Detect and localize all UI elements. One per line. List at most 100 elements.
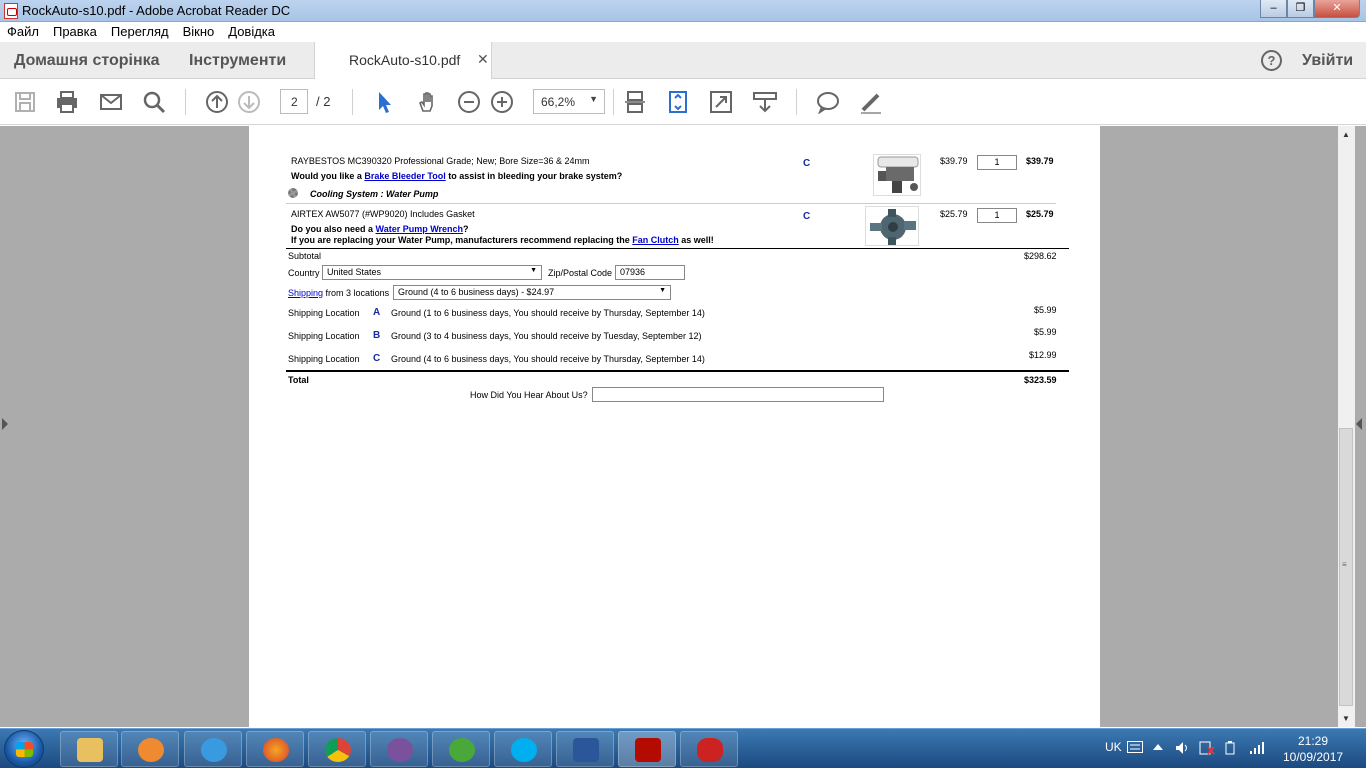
item2-quantity-input[interactable]: 1 xyxy=(977,208,1017,223)
tab-home[interactable]: Домашня сторінка xyxy=(14,52,160,70)
shipping-location-desc: Ground (4 to 6 business days, You should… xyxy=(391,354,705,364)
vertical-scrollbar[interactable]: ▲ ≡ ▼ xyxy=(1338,126,1355,727)
taskbar-skype[interactable] xyxy=(494,731,552,767)
scroll-down-icon[interactable]: ▼ xyxy=(1342,714,1350,723)
sign-in-button[interactable]: Увійти xyxy=(1302,52,1353,70)
taskbar-viber[interactable] xyxy=(370,731,428,767)
fan-clutch-link[interactable]: Fan Clutch xyxy=(632,235,679,245)
network-signal-icon[interactable] xyxy=(1249,741,1265,755)
save-icon[interactable] xyxy=(13,90,37,114)
zoom-out-icon[interactable] xyxy=(457,90,481,114)
item2-note-text: If you are replacing your Water Pump, ma… xyxy=(291,235,633,245)
help-icon[interactable]: ? xyxy=(1261,50,1282,71)
item2-total: $25.79 xyxy=(1026,209,1054,219)
shipping-location-price: $5.99 xyxy=(1034,327,1057,337)
email-icon[interactable] xyxy=(99,90,123,114)
media-player-icon xyxy=(138,738,164,762)
shipping-location-label: Shipping Location xyxy=(288,331,360,341)
comment-icon[interactable] xyxy=(816,90,840,114)
zip-input[interactable]: 07936 xyxy=(615,265,685,280)
action-center-icon[interactable] xyxy=(1199,741,1215,755)
chevron-down-icon: ▼ xyxy=(659,287,666,294)
taskbar-utorrent[interactable] xyxy=(432,731,490,767)
water-pump-image xyxy=(865,206,919,246)
total-value: $323.59 xyxy=(1024,375,1057,385)
select-cursor-icon[interactable] xyxy=(372,90,396,114)
left-panel-toggle-icon[interactable] xyxy=(2,418,8,430)
document-viewer[interactable]: RAYBESTOS MC390320 Professional Grade; N… xyxy=(0,126,1366,727)
shipping-location-code: C xyxy=(373,353,381,364)
item2-note: If you are replacing your Water Pump, ma… xyxy=(291,235,714,245)
taskbar-firefox[interactable] xyxy=(246,731,304,767)
print-icon[interactable] xyxy=(55,90,79,114)
previous-page-icon[interactable] xyxy=(205,90,229,114)
minimize-button[interactable]: ‒ xyxy=(1260,0,1287,18)
taskbar-internet-explorer[interactable] xyxy=(184,731,242,767)
taskbar-chrome[interactable] xyxy=(308,731,366,767)
menu-edit[interactable]: Правка xyxy=(46,22,104,39)
menu-file[interactable]: Файл xyxy=(0,22,46,39)
tab-tools[interactable]: Інструменти xyxy=(189,52,286,70)
shipping-link[interactable]: Shipping xyxy=(288,288,323,298)
power-icon[interactable] xyxy=(1223,741,1237,755)
menu-bar: Файл Правка Перегляд Вікно Довідка xyxy=(0,22,1366,42)
search-icon[interactable] xyxy=(142,90,166,114)
total-divider xyxy=(286,370,1069,372)
maximize-button[interactable]: ❐ xyxy=(1287,0,1314,18)
subtotal-value: $298.62 xyxy=(1024,251,1057,261)
country-select[interactable]: United States ▼ xyxy=(322,265,542,280)
viber-icon xyxy=(387,738,413,762)
zoom-level-dropdown[interactable]: 66,2% ▼ xyxy=(533,89,605,114)
title-bar: RockAuto-s10.pdf - Adobe Acrobat Reader … xyxy=(0,0,1366,22)
language-indicator[interactable]: UK xyxy=(1105,740,1122,754)
shipping-method-select[interactable]: Ground (4 to 6 business days) - $24.97 ▼ xyxy=(393,285,671,300)
highlight-pen-icon[interactable] xyxy=(859,90,883,114)
acrobat-reader-icon xyxy=(635,738,661,762)
brake-bleeder-tool-link[interactable]: Brake Bleeder Tool xyxy=(364,171,445,181)
menu-help[interactable]: Довідка xyxy=(221,22,282,39)
shipping-location-label: Shipping Location xyxy=(288,354,360,364)
keyboard-icon[interactable] xyxy=(1127,741,1143,753)
fit-width-icon[interactable] xyxy=(623,90,647,114)
subtotal-divider xyxy=(286,248,1069,249)
zip-label: Zip/Postal Code xyxy=(548,268,613,278)
item1-quantity-input[interactable]: 1 xyxy=(977,155,1017,170)
shipping-location-code: B xyxy=(373,330,381,341)
utorrent-icon xyxy=(449,738,475,762)
full-screen-icon[interactable] xyxy=(709,90,733,114)
shipping-location-desc: Ground (3 to 4 business days, You should… xyxy=(391,331,702,341)
item2-price: $25.79 xyxy=(940,209,968,219)
start-button[interactable] xyxy=(4,730,44,768)
menu-window[interactable]: Вікно xyxy=(176,22,222,39)
tab-document[interactable]: RockAuto-s10.pdf ✕ xyxy=(314,42,492,79)
next-page-icon[interactable] xyxy=(237,90,261,114)
shipping-location-label: Shipping Location xyxy=(288,308,360,318)
system-clock[interactable]: 21:29 10/09/2017 xyxy=(1283,733,1343,765)
game-icon xyxy=(697,738,723,762)
toolbar-separator xyxy=(185,89,186,115)
fit-page-icon[interactable] xyxy=(666,90,690,114)
scroll-up-icon[interactable]: ▲ xyxy=(1342,130,1350,139)
page-number-input[interactable]: 2 xyxy=(280,89,308,114)
show-hidden-icons-icon[interactable] xyxy=(1153,743,1163,751)
close-tab-icon[interactable]: ✕ xyxy=(477,51,489,68)
right-panel-toggle-icon[interactable] xyxy=(1356,418,1362,430)
hand-tool-icon[interactable] xyxy=(415,90,439,114)
water-pump-wrench-link[interactable]: Water Pump Wrench xyxy=(376,224,464,234)
subtotal-label: Subtotal xyxy=(288,251,322,261)
toolbar-separator xyxy=(613,89,614,115)
taskbar-media-player[interactable] xyxy=(121,731,179,767)
item1-description: RAYBESTOS MC390320 Professional Grade; N… xyxy=(291,156,590,166)
how-did-you-hear-input[interactable] xyxy=(592,387,884,402)
taskbar-file-explorer[interactable] xyxy=(60,731,118,767)
folder-icon xyxy=(77,738,103,762)
clock-time: 21:29 xyxy=(1297,734,1329,748)
zoom-in-icon[interactable] xyxy=(490,90,514,114)
close-button[interactable]: ✕ xyxy=(1314,0,1360,18)
read-mode-icon[interactable] xyxy=(753,90,777,114)
menu-view[interactable]: Перегляд xyxy=(104,22,176,39)
volume-icon[interactable] xyxy=(1175,741,1189,755)
taskbar-game[interactable] xyxy=(680,731,738,767)
taskbar-word[interactable] xyxy=(556,731,614,767)
taskbar-acrobat-reader[interactable] xyxy=(618,731,676,767)
